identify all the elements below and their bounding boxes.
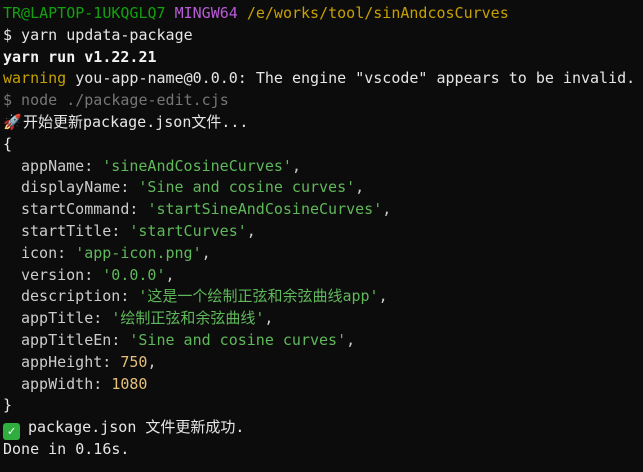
field-key: appTitleEn bbox=[21, 330, 112, 349]
field-line: startTitle: 'startCurves', bbox=[21, 221, 256, 240]
field-line: appHeight: 750, bbox=[21, 352, 157, 371]
field-value: 750 bbox=[120, 352, 148, 371]
field-value: 'sineAndCosineCurves' bbox=[102, 156, 292, 175]
field-value: 'Sine and cosine curves' bbox=[129, 330, 347, 349]
open-brace: { bbox=[3, 134, 13, 153]
field-key: startTitle bbox=[21, 221, 112, 240]
field-key: icon bbox=[21, 243, 58, 262]
close-brace: } bbox=[3, 396, 13, 415]
prompt-user-host: TR@LAPTOP-1UKQGLQ7 bbox=[3, 4, 166, 22]
field-line: appName: 'sineAndCosineCurves', bbox=[21, 156, 301, 175]
field-key: appWidth bbox=[21, 374, 94, 393]
command-line: $ yarn updata-package bbox=[3, 25, 193, 44]
success-message: package.json 文件更新成功. bbox=[28, 418, 245, 437]
package-fields: appName: 'sineAndCosineCurves', displayNa… bbox=[3, 156, 643, 396]
field-key: appTitle bbox=[21, 309, 94, 328]
field-key: appName bbox=[21, 156, 85, 175]
field-value: 'startCurves' bbox=[129, 221, 247, 240]
field-line: icon: 'app-icon.png', bbox=[21, 243, 211, 262]
field-line: displayName: 'Sine and cosine curves', bbox=[21, 178, 365, 197]
node-command-line: $ node ./package-edit.cjs bbox=[3, 91, 229, 110]
success-line: ✓ package.json 文件更新成功. bbox=[3, 417, 643, 441]
field-value: '0.0.0' bbox=[102, 265, 166, 284]
field-line: version: '0.0.0', bbox=[21, 265, 175, 284]
yarn-version-line: yarn run v1.22.21 bbox=[3, 47, 157, 66]
start-message-line: 🚀开始更新package.json文件... bbox=[3, 112, 643, 134]
warning-message: you-app-name@0.0.0: The engine "vscode" … bbox=[66, 69, 636, 88]
field-value: 'Sine and cosine curves' bbox=[138, 178, 356, 197]
rocket-icon: 🚀 bbox=[3, 112, 22, 131]
field-key: version bbox=[21, 265, 85, 284]
start-message: 开始更新package.json文件... bbox=[23, 112, 249, 131]
field-line: appTitleEn: 'Sine and cosine curves', bbox=[21, 330, 356, 349]
field-line: appWidth: 1080 bbox=[21, 374, 148, 393]
terminal-window[interactable]: TR@LAPTOP-1UKQGLQ7 MINGW64 /e/works/tool… bbox=[0, 0, 643, 472]
field-key: displayName bbox=[21, 178, 121, 197]
prompt-line: TR@LAPTOP-1UKQGLQ7 MINGW64 /e/works/tool… bbox=[3, 3, 643, 25]
done-line: Done in 0.16s. bbox=[3, 439, 130, 458]
field-key: appHeight bbox=[21, 352, 103, 371]
field-value: '绘制正弦和余弦曲线' bbox=[111, 309, 265, 328]
field-value: 1080 bbox=[111, 374, 148, 393]
field-value: '这是一个绘制正弦和余弦曲线app' bbox=[138, 287, 379, 306]
field-line: appTitle: '绘制正弦和余弦曲线', bbox=[21, 309, 274, 328]
field-value: 'startSineAndCosineCurves' bbox=[147, 200, 383, 219]
field-line: description: '这是一个绘制正弦和余弦曲线app', bbox=[21, 287, 388, 306]
field-key: description bbox=[21, 287, 121, 306]
warning-line: warning you-app-name@0.0.0: The engine "… bbox=[3, 68, 643, 90]
field-key: startCommand bbox=[21, 200, 130, 219]
prompt-shell: MINGW64 bbox=[174, 4, 238, 22]
field-line: startCommand: 'startSineAndCosineCurves'… bbox=[21, 200, 392, 219]
warning-label: warning bbox=[3, 69, 67, 88]
check-mark-icon: ✓ bbox=[3, 423, 20, 441]
prompt-path: /e/works/tool/sinAndcosCurves bbox=[246, 4, 509, 22]
field-value: 'app-icon.png' bbox=[75, 243, 202, 262]
